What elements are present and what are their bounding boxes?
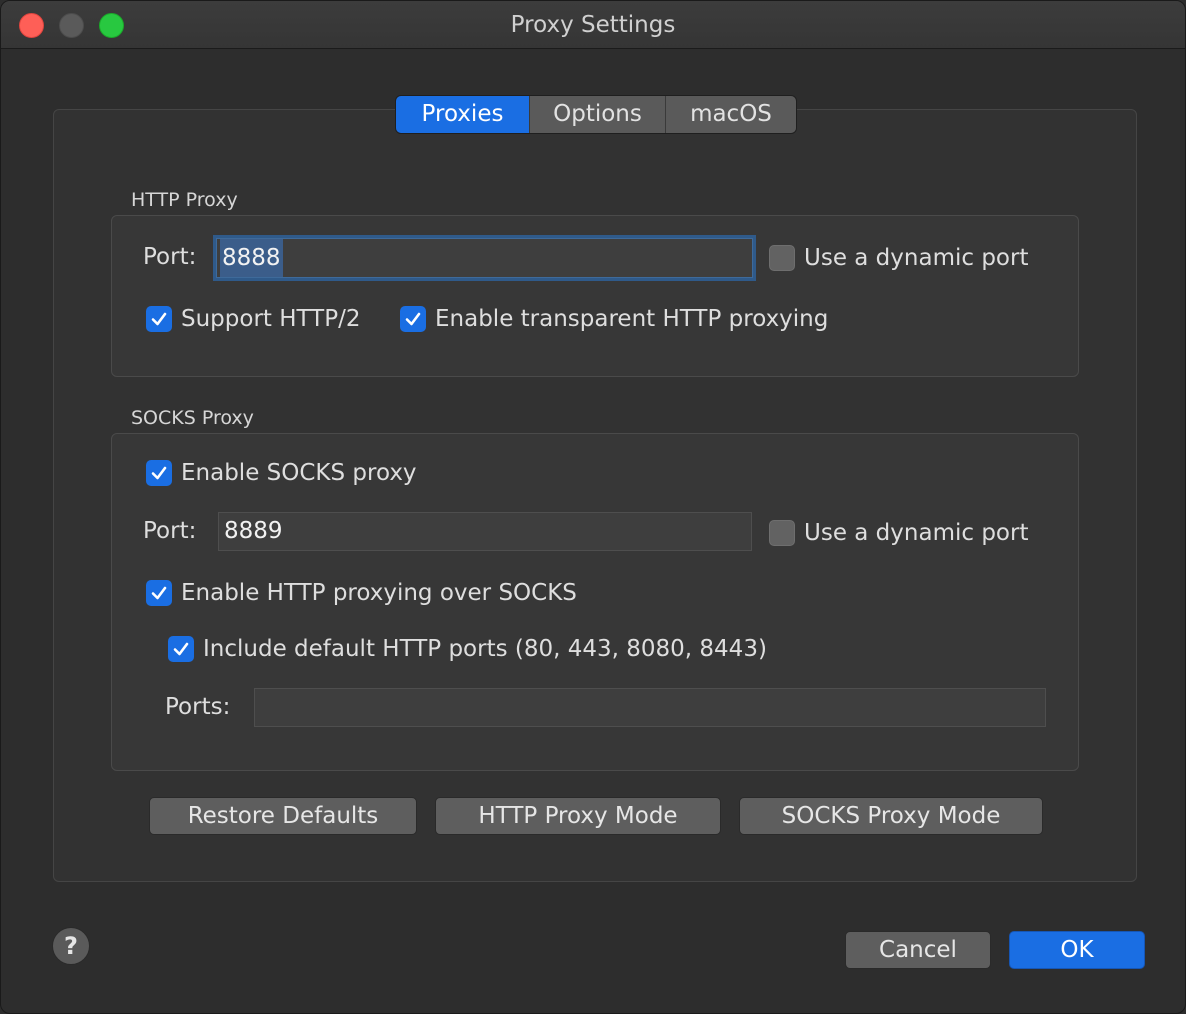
ok-button[interactable]: OK xyxy=(1009,931,1145,969)
checkmark-icon xyxy=(146,306,172,332)
default-ports-label: Include default HTTP ports (80, 443, 808… xyxy=(203,636,767,662)
tab-options[interactable]: Options xyxy=(530,96,666,133)
restore-defaults-button[interactable]: Restore Defaults xyxy=(149,797,417,835)
checkbox-unchecked-icon xyxy=(769,520,795,546)
transparent-proxying-checkbox[interactable]: Enable transparent HTTP proxying xyxy=(400,306,828,332)
http-port-value: 8888 xyxy=(220,239,283,277)
checkmark-icon xyxy=(146,580,172,606)
http-proxy-mode-button[interactable]: HTTP Proxy Mode xyxy=(435,797,721,835)
checkmark-icon xyxy=(400,306,426,332)
support-http2-label: Support HTTP/2 xyxy=(181,306,361,332)
ports-field[interactable] xyxy=(254,688,1046,727)
http-over-socks-label: Enable HTTP proxying over SOCKS xyxy=(181,580,577,606)
support-http2-checkbox[interactable]: Support HTTP/2 xyxy=(146,306,360,332)
http-dynamic-port-label: Use a dynamic port xyxy=(804,245,1029,271)
socks-port-field[interactable]: 8889 xyxy=(218,512,752,551)
transparent-proxying-label: Enable transparent HTTP proxying xyxy=(435,306,829,332)
http-port-label: Port: xyxy=(143,244,197,270)
tab-bar: Proxies Options macOS xyxy=(395,95,797,134)
http-dynamic-port-checkbox[interactable]: Use a dynamic port xyxy=(769,245,1028,271)
socks-proxy-mode-button[interactable]: SOCKS Proxy Mode xyxy=(739,797,1043,835)
checkmark-icon xyxy=(168,636,194,662)
socks-port-label: Port: xyxy=(143,518,197,544)
http-over-socks-checkbox[interactable]: Enable HTTP proxying over SOCKS xyxy=(146,580,577,606)
cancel-button[interactable]: Cancel xyxy=(845,931,991,969)
title-bar: Proxy Settings xyxy=(1,1,1185,49)
proxy-settings-window: Proxy Settings Proxies Options macOS HTT… xyxy=(0,0,1186,1014)
socks-dynamic-port-checkbox[interactable]: Use a dynamic port xyxy=(769,520,1028,546)
default-ports-checkbox[interactable]: Include default HTTP ports (80, 443, 808… xyxy=(168,636,767,662)
socks-proxy-group-label: SOCKS Proxy xyxy=(131,407,254,429)
enable-socks-checkbox[interactable]: Enable SOCKS proxy xyxy=(146,460,417,486)
enable-socks-label: Enable SOCKS proxy xyxy=(181,460,417,486)
socks-port-value: 8889 xyxy=(224,518,283,544)
tab-proxies[interactable]: Proxies xyxy=(396,96,530,133)
tab-macos[interactable]: macOS xyxy=(666,96,796,133)
window-title: Proxy Settings xyxy=(510,12,676,38)
ports-label: Ports: xyxy=(165,694,231,720)
http-port-field[interactable]: 8888 xyxy=(216,238,753,278)
http-proxy-group-label: HTTP Proxy xyxy=(131,189,238,211)
help-button[interactable]: ? xyxy=(52,927,90,965)
checkmark-icon xyxy=(146,460,172,486)
checkbox-unchecked-icon xyxy=(769,245,795,271)
socks-dynamic-port-label: Use a dynamic port xyxy=(804,520,1029,546)
